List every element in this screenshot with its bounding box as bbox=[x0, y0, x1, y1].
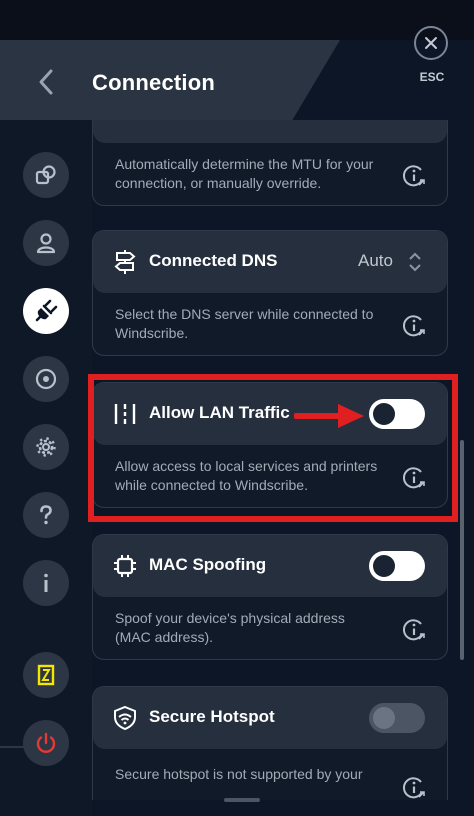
account-icon bbox=[36, 233, 56, 254]
connected-dns-description: Select the DNS server while connected to… bbox=[115, 306, 374, 341]
highlight-box bbox=[88, 374, 458, 522]
mac-spoofing-title: MAC Spoofing bbox=[149, 555, 267, 574]
chip-icon bbox=[111, 552, 139, 580]
info-icon[interactable] bbox=[401, 775, 427, 800]
connected-dns-title: Connected DNS bbox=[149, 251, 278, 270]
secure-hotspot-title: Secure Hotspot bbox=[149, 707, 275, 726]
info-icon[interactable] bbox=[401, 163, 427, 189]
connected-dns-card: Connected DNS Auto Select the DNS server… bbox=[92, 230, 448, 356]
back-button[interactable] bbox=[30, 62, 62, 102]
gear-icon bbox=[36, 437, 56, 457]
sidebar-item-news[interactable] bbox=[23, 652, 69, 698]
chevron-updown-icon[interactable] bbox=[407, 251, 423, 273]
toggle-knob bbox=[373, 555, 395, 577]
sidebar-item-general[interactable] bbox=[23, 424, 69, 470]
esc-control: ESC bbox=[408, 26, 456, 96]
plug-icon bbox=[35, 299, 58, 322]
resize-handle[interactable] bbox=[224, 798, 260, 802]
scrollbar-thumb[interactable] bbox=[460, 440, 464, 660]
robert-icon bbox=[35, 368, 57, 390]
sidebar-item-connection[interactable] bbox=[23, 152, 69, 198]
app-window: Connection ESC Automatically determine t… bbox=[0, 0, 474, 816]
sidebar-item-robert[interactable] bbox=[23, 356, 69, 402]
arrow-right-icon bbox=[294, 404, 364, 428]
sidebar-item-about[interactable] bbox=[23, 560, 69, 606]
secure-hotspot-card: Secure Hotspot Secure hotspot is not sup… bbox=[92, 686, 448, 800]
page-title: Connection bbox=[92, 70, 215, 95]
mtu-card: Automatically determine the MTU for your… bbox=[92, 120, 448, 206]
connected-dns-value[interactable]: Auto bbox=[358, 251, 393, 271]
sidebar-item-connection-settings[interactable] bbox=[23, 288, 69, 334]
chevron-left-icon bbox=[39, 69, 53, 95]
sidebar-item-power[interactable] bbox=[23, 720, 69, 766]
signpost-icon bbox=[111, 248, 139, 276]
mac-spoofing-card: MAC Spoofing Spoof your device's physica… bbox=[92, 534, 448, 660]
power-icon bbox=[36, 732, 56, 753]
mac-spoofing-header[interactable]: MAC Spoofing bbox=[93, 535, 447, 597]
info-icon[interactable] bbox=[401, 313, 427, 339]
secure-hotspot-header[interactable]: Secure Hotspot bbox=[93, 687, 447, 749]
connected-dns-header[interactable]: Connected DNS Auto bbox=[93, 231, 447, 293]
shield-wifi-icon bbox=[111, 704, 139, 732]
toggle-knob bbox=[373, 707, 395, 729]
close-icon bbox=[425, 37, 437, 49]
sidebar-item-account[interactable] bbox=[23, 220, 69, 266]
mac-spoofing-toggle[interactable] bbox=[369, 551, 425, 581]
sidebar bbox=[0, 120, 92, 816]
mac-spoofing-description: Spoof your device's physical address (MA… bbox=[115, 610, 345, 645]
mtu-card-header[interactable] bbox=[93, 120, 447, 143]
title-strip bbox=[0, 0, 474, 40]
help-icon bbox=[40, 505, 52, 525]
esc-label: ESC bbox=[419, 70, 445, 84]
connection-icon bbox=[35, 165, 56, 185]
secure-hotspot-toggle[interactable] bbox=[369, 703, 425, 733]
news-icon bbox=[37, 664, 55, 686]
info-icon[interactable] bbox=[401, 617, 427, 643]
close-button[interactable] bbox=[414, 26, 448, 60]
mtu-description: Automatically determine the MTU for your… bbox=[115, 156, 374, 191]
about-icon bbox=[44, 573, 48, 592]
secure-hotspot-description: Secure hotspot is not supported by your bbox=[115, 766, 363, 782]
sidebar-item-help[interactable] bbox=[23, 492, 69, 538]
